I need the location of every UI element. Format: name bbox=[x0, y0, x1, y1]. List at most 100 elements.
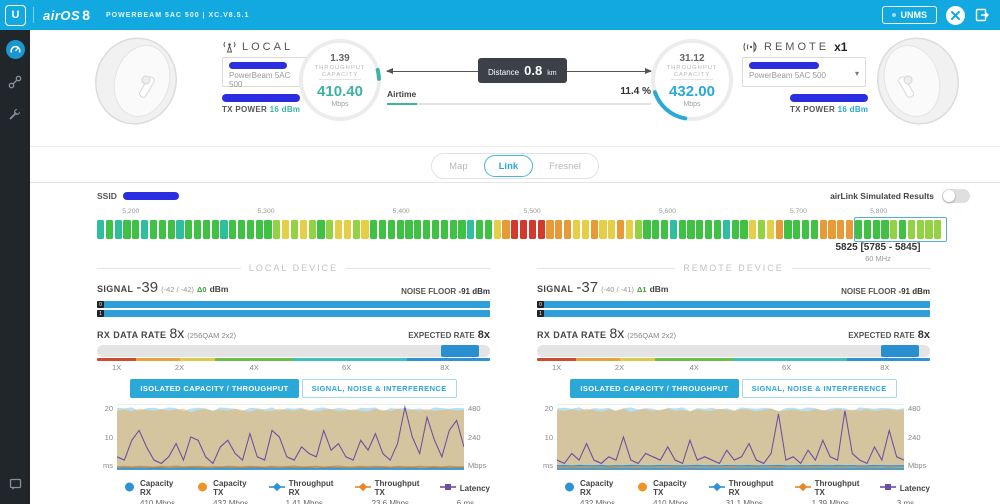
spectrum-segment bbox=[661, 220, 668, 239]
spectrum-segment bbox=[123, 220, 130, 239]
logout-icon[interactable] bbox=[974, 7, 990, 23]
local-tx-power: TX POWER 16 dBm bbox=[222, 105, 300, 114]
isolated-capacity-throughput-button[interactable]: ISOLATED CAPACITY / THROUGHPUT bbox=[130, 379, 298, 398]
remote-capacity-chart bbox=[557, 404, 904, 470]
spectrum-segment bbox=[168, 220, 175, 239]
spectrum-segment bbox=[397, 220, 404, 239]
sidebar-item-wireless[interactable] bbox=[6, 72, 25, 91]
legend-item: Throughput TX23.6 Mbps bbox=[355, 479, 423, 504]
signal-chain-bar: 1 bbox=[97, 310, 490, 317]
rate-color-strip bbox=[537, 358, 930, 361]
redacted-remote-mac bbox=[790, 94, 868, 102]
signal-delta: Δ1 bbox=[637, 285, 647, 294]
remote-tx-power-label: TX POWER bbox=[790, 105, 835, 114]
remote-throughput-gauge: 31.12 THROUGHPUT CAPACITY 432.00 Mbps bbox=[650, 38, 734, 122]
spectrum-segment bbox=[670, 220, 677, 239]
axis-tick: 10 bbox=[537, 433, 553, 442]
tools-button[interactable] bbox=[946, 6, 965, 25]
local-label: LOCAL bbox=[242, 41, 293, 53]
legend-item: Capacity RX410 Mbps bbox=[123, 479, 179, 504]
rx-rate-value: 8x bbox=[169, 325, 184, 341]
legend-item: Capacity RX432 Mbps bbox=[563, 479, 619, 504]
legend-marker-square bbox=[440, 479, 456, 497]
tab-fresnel[interactable]: Fresnel bbox=[535, 156, 595, 176]
remote-device-panel: REMOTE DEVICE SIGNAL -37 (-40 / -41) Δ1 … bbox=[537, 262, 930, 504]
axis-tick: 10 bbox=[97, 433, 113, 442]
spectrum-segment bbox=[344, 220, 351, 239]
divider-line bbox=[346, 268, 490, 269]
remote-chart-mode-buttons: ISOLATED CAPACITY / THROUGHPUT SIGNAL, N… bbox=[537, 379, 930, 398]
spectrum-segment bbox=[176, 220, 183, 239]
unms-label: UNMS bbox=[901, 10, 928, 20]
signal-label: SIGNAL bbox=[537, 284, 573, 294]
current-rate-block bbox=[441, 345, 480, 357]
signal-unit: dBm bbox=[650, 284, 669, 294]
rate-tick-labels: 1X2X4X6X8X bbox=[537, 363, 930, 376]
local-device-name-field[interactable]: PowerBeam 5AC 500 bbox=[222, 57, 310, 87]
local-gauge-label2: CAPACITY bbox=[322, 72, 359, 78]
rate-tick-label: 1X bbox=[112, 363, 121, 372]
signal-noise-interference-button[interactable]: SIGNAL, NOISE & INTERFERENCE bbox=[302, 379, 457, 398]
legend-label: Latency bbox=[460, 484, 490, 493]
antenna-tower-icon bbox=[222, 40, 237, 53]
local-gauge-top-value: 1.39 bbox=[330, 53, 349, 64]
series-area-capacity-tx bbox=[557, 409, 904, 470]
spectrum-segment bbox=[441, 220, 448, 239]
rate-strip-segment bbox=[407, 358, 490, 361]
noise-floor-value: -91 dBm bbox=[458, 287, 490, 296]
spectrum-segment bbox=[141, 220, 148, 239]
expected-rate: EXPECTED RATE 8x bbox=[848, 329, 930, 341]
airtime-value: 11.4 % bbox=[387, 86, 651, 97]
local-chart-mode-buttons: ISOLATED CAPACITY / THROUGHPUT SIGNAL, N… bbox=[97, 379, 490, 398]
remote-device-selector[interactable]: PowerBeam 5AC 500 ▾ bbox=[742, 57, 866, 87]
airlink-toggle[interactable] bbox=[942, 189, 970, 203]
spectrum-segment bbox=[485, 220, 492, 239]
spectrum-segment bbox=[837, 220, 844, 239]
frequency-tick-label: 5,800 bbox=[870, 208, 887, 215]
remote-label: REMOTE bbox=[764, 41, 829, 53]
rate-tick-label: 2X bbox=[175, 363, 184, 372]
signal-noise-interference-button[interactable]: SIGNAL, NOISE & INTERFERENCE bbox=[742, 379, 897, 398]
legend-marker-diamond bbox=[355, 479, 371, 497]
rate-strip-segment bbox=[655, 358, 734, 361]
sidebar-item-tools[interactable] bbox=[6, 104, 25, 123]
chain-number: 1 bbox=[97, 310, 104, 317]
legend-item: Capacity TX410 Mbps bbox=[636, 479, 691, 504]
tab-link[interactable]: Link bbox=[484, 155, 534, 177]
spectrum-segment bbox=[106, 220, 113, 239]
unms-button[interactable]: UNMS bbox=[882, 6, 938, 24]
tab-map[interactable]: Map bbox=[435, 156, 481, 176]
frequency-tick-label: 5,200 bbox=[122, 208, 139, 215]
spectrum-segment bbox=[617, 220, 624, 239]
rate-tick-label: 4X bbox=[250, 363, 259, 372]
legend-item: Throughput RX1.41 Mbps bbox=[269, 479, 338, 504]
sidebar-item-dashboard[interactable] bbox=[6, 40, 25, 59]
sidebar-item-feedback[interactable] bbox=[6, 475, 25, 494]
rate-strip-segment bbox=[136, 358, 179, 361]
frequency-tick-label: 5,500 bbox=[524, 208, 541, 215]
remote-signal-row: SIGNAL -37 (-40 / -41) Δ1 dBm NOISE FLOO… bbox=[537, 279, 930, 296]
dashboard-gauge-icon bbox=[10, 44, 21, 55]
noise-floor-label: NOISE FLOOR bbox=[841, 287, 896, 296]
wrench-icon bbox=[8, 107, 22, 121]
ubiquiti-logo[interactable]: U bbox=[5, 5, 26, 26]
signal-unit: dBm bbox=[210, 284, 229, 294]
legend-value: 410 Mbps bbox=[653, 499, 691, 504]
spectrum-segment bbox=[502, 220, 509, 239]
rate-tick-label: 4X bbox=[690, 363, 699, 372]
chain-number: 1 bbox=[537, 310, 544, 317]
spectrum-segment bbox=[361, 220, 368, 239]
local-rx-rate-row: RX DATA RATE 8x (256QAM 2x2) EXPECTED RA… bbox=[97, 325, 490, 341]
spectrum-segment bbox=[291, 220, 298, 239]
spectrum-segment bbox=[749, 220, 756, 239]
spectrum-tick-labels: 5,2005,3005,4005,5005,6005,7005,800 bbox=[97, 208, 942, 218]
redacted-remote-device-name bbox=[749, 62, 819, 69]
redacted-local-device-name bbox=[229, 62, 287, 69]
spectrum-segment bbox=[300, 220, 307, 239]
rx-rate-label: RX DATA RATE bbox=[537, 330, 606, 340]
remote-gauge-main-value: 432.00 bbox=[669, 83, 715, 100]
legend-label: Capacity TX bbox=[213, 479, 251, 497]
isolated-capacity-throughput-button[interactable]: ISOLATED CAPACITY / THROUGHPUT bbox=[570, 379, 738, 398]
remote-device-title: REMOTE DEVICE bbox=[683, 263, 784, 273]
spectrum-segment bbox=[405, 220, 412, 239]
